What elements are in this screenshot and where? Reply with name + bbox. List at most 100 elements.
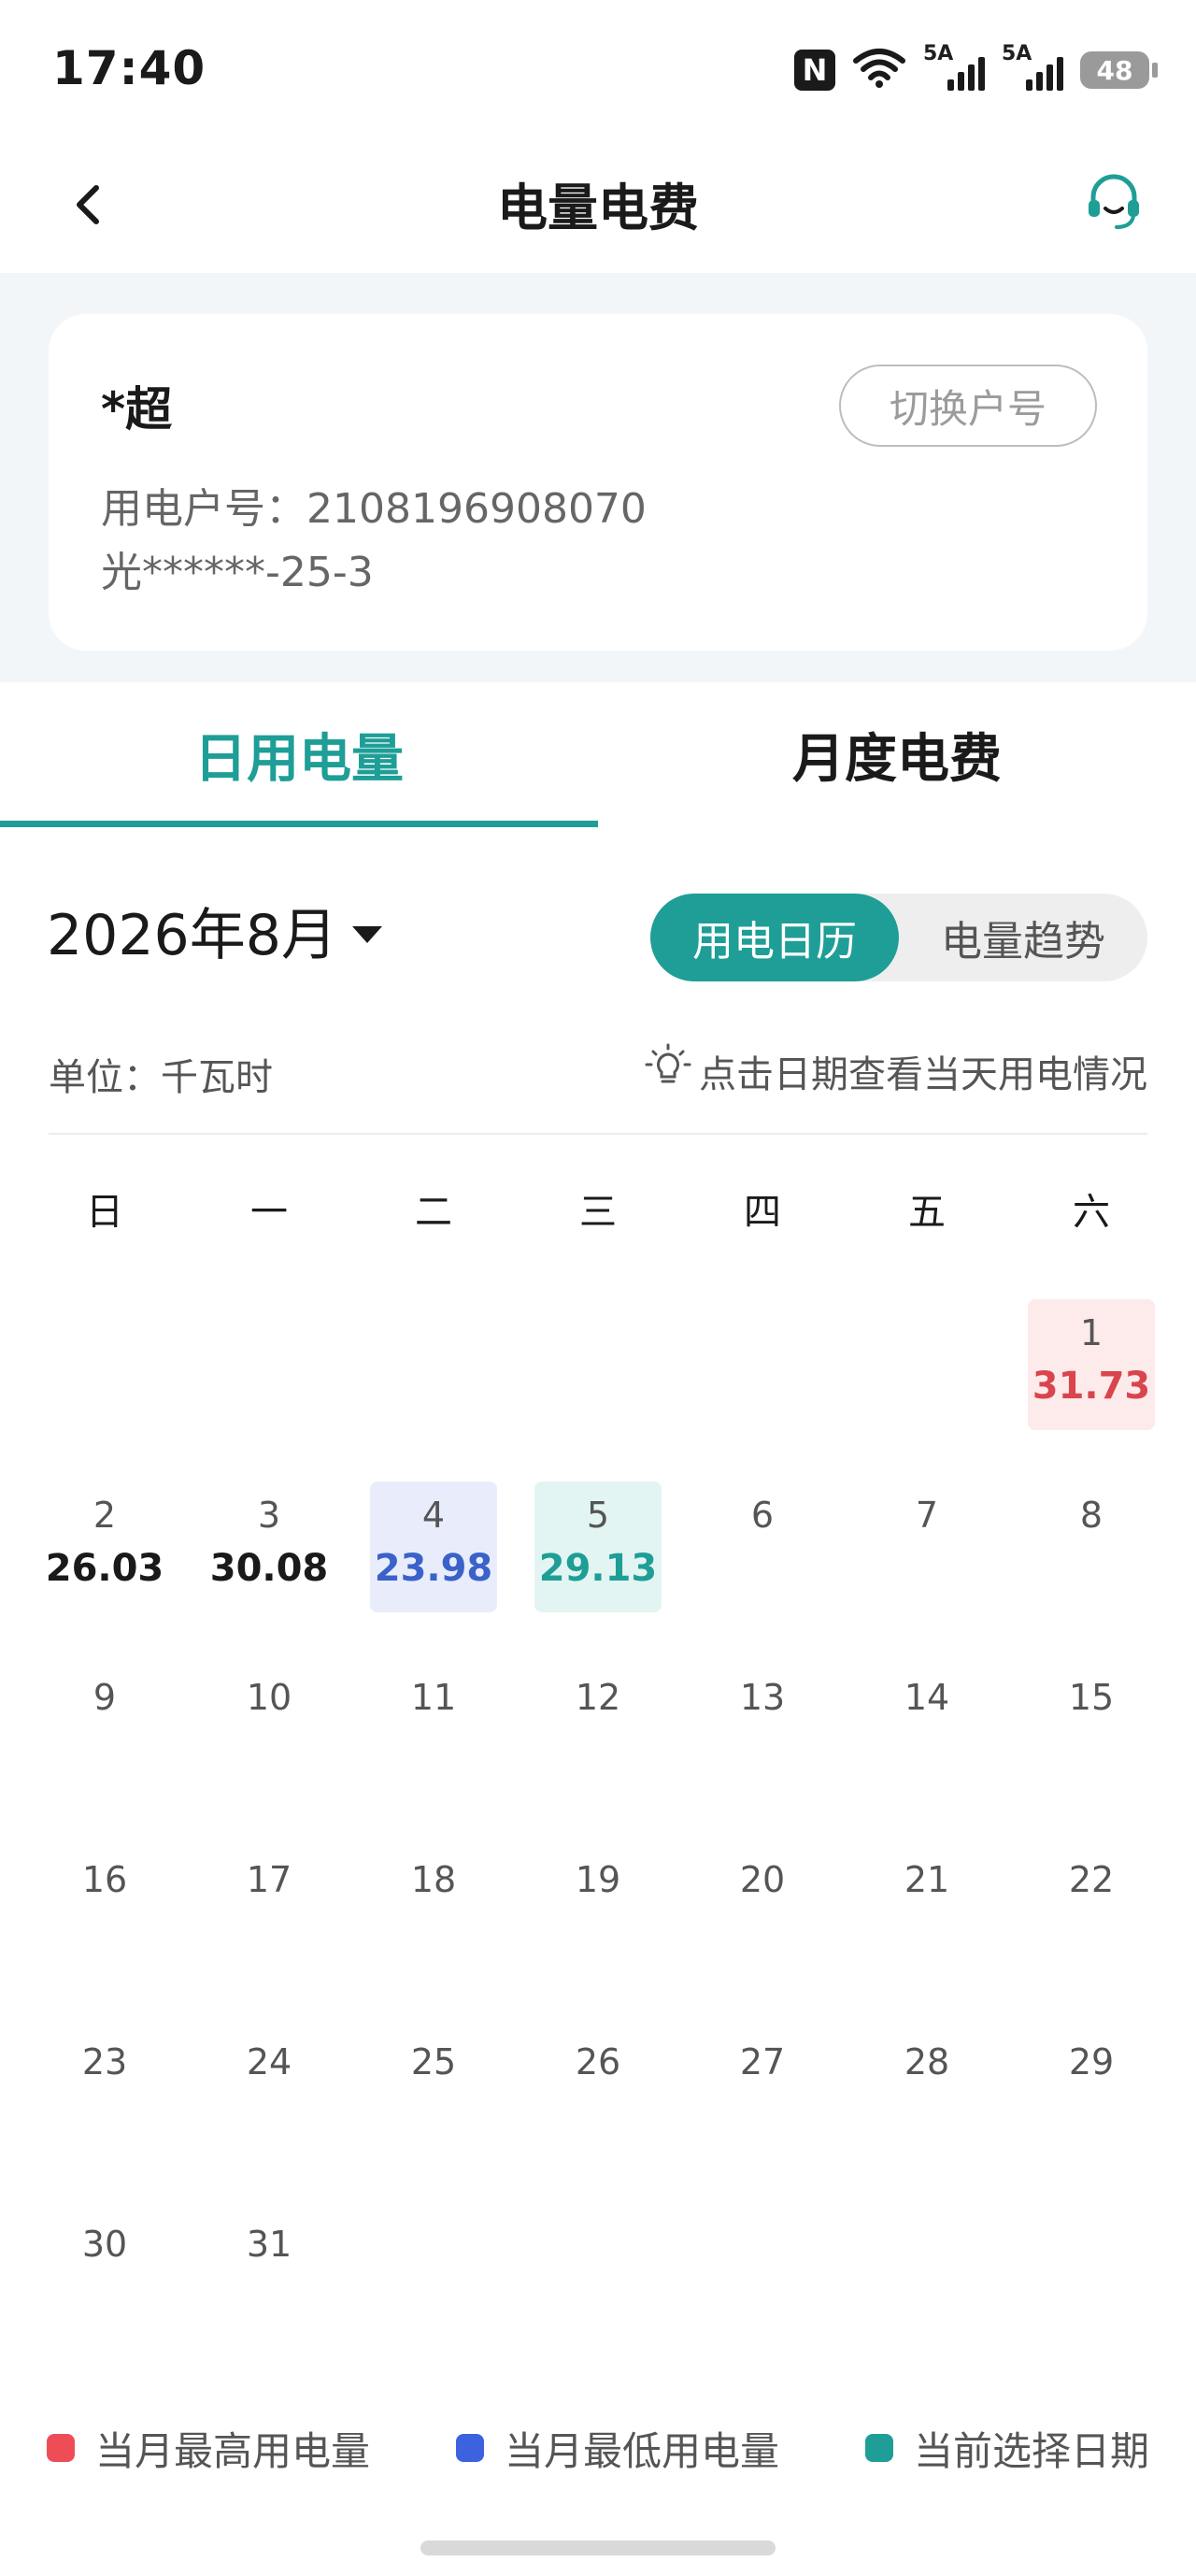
calendar-day-31[interactable]: 31 [187,2211,351,2393]
app-header: 电量电费 [0,140,1196,273]
day-number: 24 [246,2041,292,2082]
calendar-day-23[interactable]: 23 [22,2028,187,2211]
calendar-day-box: 11 [370,1664,497,1795]
calendar-day-box: 24 [206,2028,333,2159]
calendar-day-box: 1 31.73 [1028,1299,1155,1430]
calendar-day-20[interactable]: 20 [680,1846,845,2028]
day-number: 29 [1068,2041,1115,2082]
calendar-day-16[interactable]: 16 [22,1846,187,2028]
view-toggle: 用电日历 电量趋势 [650,894,1147,981]
day-number: 5 [586,1495,610,1536]
calendar-day-8[interactable]: 8 [1009,1481,1174,1664]
calendar-day-box: 4 23.98 [370,1481,497,1612]
calendar-day-box: 2 26.03 [41,1481,168,1612]
page-title: 电量电费 [497,179,699,237]
calendar-day-18[interactable]: 18 [351,1846,516,2028]
day-number: 17 [246,1859,292,1900]
legend-item: 当月最高用电量 [47,2420,370,2477]
status-time: 17:40 [52,41,206,95]
day-number: 7 [915,1495,939,1536]
day-number: 20 [739,1859,786,1900]
calendar-day-26[interactable]: 26 [516,2028,680,2211]
account-address: 光******-25-3 [101,549,374,596]
weekday-label: 二 [415,1191,452,1234]
calendar-day-box: 22 [1028,1846,1155,1977]
day-number: 28 [904,2041,950,2082]
day-number: 27 [739,2041,786,2082]
calendar-day-10[interactable]: 10 [187,1664,351,1846]
calendar-day-box: 9 [41,1664,168,1795]
tab-daily-usage[interactable]: 日用电量 [0,682,598,827]
calendar-day-box: 26 [534,2028,662,2159]
signal-network-label: 5A [1002,42,1032,65]
legend-item: 当前选择日期 [864,2420,1149,2477]
calendar-day-30[interactable]: 30 [22,2211,187,2393]
calendar-day-28[interactable]: 28 [845,2028,1009,2211]
calendar-day-1[interactable]: 1 31.73 [1009,1299,1174,1481]
calendar-day-14[interactable]: 14 [845,1664,1009,1846]
calendar-day-6[interactable]: 6 [680,1481,845,1664]
calendar-day-27[interactable]: 27 [680,2028,845,2211]
signal-network-label: 5A [923,42,954,65]
account-section: *超 切换户号 用电户号：2108196908070 光******-25-3 [0,273,1196,682]
day-number: 9 [93,1677,117,1718]
calendar-day-13[interactable]: 13 [680,1664,845,1846]
calendar-day-19[interactable]: 19 [516,1846,680,2028]
day-number: 16 [81,1859,128,1900]
day-number: 15 [1068,1677,1115,1718]
calendar-day-17[interactable]: 17 [187,1846,351,2028]
day-number: 18 [410,1859,457,1900]
calendar-day-5[interactable]: 5 29.13 [516,1481,680,1664]
legend-label: 当前选择日期 [913,2427,1149,2474]
calendar-day-box: 20 [699,1846,826,1977]
calendar-day-29[interactable]: 29 [1009,2028,1174,2211]
weekday-label: 四 [744,1191,781,1234]
day-number: 23 [81,2041,128,2082]
calendar-day-7[interactable]: 7 [845,1481,1009,1664]
calendar-day-22[interactable]: 22 [1009,1846,1174,2028]
calendar-day-15[interactable]: 15 [1009,1664,1174,1846]
calendar-blank-cell [22,1299,187,1481]
calendar-day-box: 15 [1028,1664,1155,1795]
calendar-day-box: 16 [41,1846,168,1977]
calendar-legend: 当月最高用电量 当月最低用电量 当前选择日期 [47,2415,1149,2481]
month-picker[interactable]: 2026年8月 [47,890,382,971]
calendar-blank-cell [187,1299,351,1481]
calendar-day-24[interactable]: 24 [187,2028,351,2211]
calendar-day-box: 17 [206,1846,333,1977]
home-indicator[interactable] [420,2540,776,2555]
calendar-day-12[interactable]: 12 [516,1664,680,1846]
calendar-day-2[interactable]: 2 26.03 [22,1481,187,1664]
calendar-day-box: 27 [699,2028,826,2159]
calendar-day-4[interactable]: 4 23.98 [351,1481,516,1664]
calendar-day-box: 10 [206,1664,333,1795]
tab-monthly-bill[interactable]: 月度电费 [598,682,1196,827]
month-label: 2026年8月 [47,903,337,968]
calendar-day-3[interactable]: 3 30.08 [187,1481,351,1664]
calendar-day-21[interactable]: 21 [845,1846,1009,2028]
battery-icon: 48 [1080,51,1158,89]
customer-service-button[interactable] [1076,166,1151,241]
weekday-label: 五 [908,1191,946,1234]
day-number: 2 [93,1495,117,1536]
weekday-label: 三 [579,1191,617,1234]
calendar-day-11[interactable]: 11 [351,1664,516,1846]
caret-down-icon [351,925,382,943]
calendar-day-9[interactable]: 9 [22,1664,187,1846]
day-usage-value: 31.73 [1032,1365,1151,1408]
calendar-day-box: 8 [1028,1481,1155,1612]
day-number: 6 [750,1495,775,1536]
day-number: 3 [257,1495,281,1536]
weekday-header: 日 一 二 三 四 五 六 [22,1180,1174,1245]
calendar-day-box: 28 [863,2028,990,2159]
legend-item: 当月最低用电量 [455,2420,779,2477]
calendar-day-box: 29 [1028,2028,1155,2159]
usage-calendar-button[interactable]: 用电日历 [650,894,899,981]
calendar-day-25[interactable]: 25 [351,2028,516,2211]
cellular-signal-icon: 5A [923,42,985,91]
active-tab-indicator [0,821,598,827]
switch-account-button[interactable]: 切换户号 [839,365,1097,447]
calendar-day-box: 30 [41,2211,168,2341]
day-number: 21 [904,1859,950,1900]
usage-trend-button[interactable]: 电量趋势 [899,894,1147,981]
